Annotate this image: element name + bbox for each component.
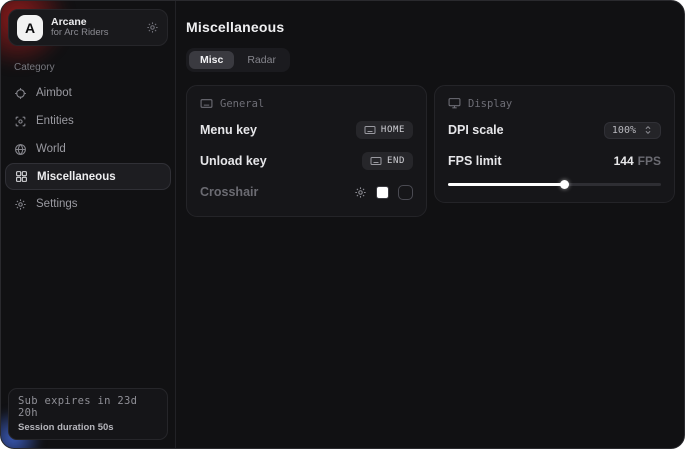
dpi-scale-value: 100%: [612, 125, 636, 136]
general-panel: General Menu key HOME Unload key: [186, 85, 427, 217]
sidebar-item-entities[interactable]: Entities: [1, 107, 175, 135]
sidebar-item-label: Miscellaneous: [37, 171, 116, 183]
sidebar-item-settings[interactable]: Settings: [1, 190, 175, 218]
tab-group: Misc Radar: [186, 48, 290, 72]
gear-icon: [14, 198, 27, 211]
crosshair-label: Crosshair: [200, 185, 258, 199]
sub-expiry-text: Sub expires in 23d 20h: [18, 395, 158, 419]
main-content: Miscellaneous Misc Radar General Menu ke…: [176, 1, 685, 448]
unload-key-value: END: [387, 156, 405, 166]
chevron-selector-icon: [643, 125, 653, 135]
crosshair-settings-gear-icon[interactable]: [354, 186, 367, 199]
panel-title: Display: [468, 98, 512, 110]
app-subtitle: for Arc Riders: [51, 28, 138, 39]
keyboard-icon: [364, 124, 376, 136]
crosshair-checkbox[interactable]: [398, 185, 413, 200]
sidebar-item-world[interactable]: World: [1, 135, 175, 163]
dpi-scale-label: DPI scale: [448, 123, 504, 137]
unload-key-label: Unload key: [200, 154, 267, 168]
sidebar-item-label: Entities: [36, 115, 74, 127]
tab-radar[interactable]: Radar: [236, 51, 287, 69]
display-panel: Display DPI scale 100% FPS limit: [434, 85, 675, 203]
panel-title: General: [220, 98, 264, 110]
menu-key-row: Menu key HOME: [200, 119, 413, 141]
fps-limit-row: FPS limit 144 FPS: [448, 150, 661, 172]
sidebar-item-miscellaneous[interactable]: Miscellaneous: [5, 163, 171, 190]
monitor-icon: [448, 97, 461, 110]
gear-icon[interactable]: [146, 21, 159, 34]
app-logo: A: [17, 15, 43, 41]
category-label: Category: [14, 62, 162, 73]
crosshair-color-swatch[interactable]: [376, 186, 389, 199]
unload-key-row: Unload key END: [200, 150, 413, 172]
sidebar: A Arcane for Arc Riders Category: [1, 1, 176, 448]
brand-card: A Arcane for Arc Riders: [8, 9, 168, 46]
tab-misc[interactable]: Misc: [189, 51, 234, 69]
sidebar-item-aimbot[interactable]: Aimbot: [1, 79, 175, 107]
keyboard-icon: [200, 97, 213, 110]
session-duration-text: Session duration 50s: [18, 422, 158, 433]
dpi-scale-select[interactable]: 100%: [604, 122, 661, 139]
keyboard-icon: [370, 155, 382, 167]
menu-key-bind-button[interactable]: HOME: [356, 121, 413, 139]
slider-fill: [448, 183, 565, 186]
grid-icon: [15, 170, 28, 183]
globe-icon: [14, 143, 27, 156]
fps-limit-label: FPS limit: [448, 154, 501, 168]
entities-icon: [14, 115, 27, 128]
fps-limit-value: 144: [614, 154, 634, 168]
app-window: A Arcane for Arc Riders Category: [0, 0, 685, 449]
sidebar-item-label: Settings: [36, 198, 78, 210]
sidebar-item-label: World: [36, 143, 66, 155]
sidebar-item-label: Aimbot: [36, 87, 72, 99]
sidebar-nav: Aimbot Entities World: [1, 79, 175, 218]
menu-key-value: HOME: [381, 125, 405, 135]
fps-limit-slider[interactable]: [448, 179, 661, 189]
page-title: Miscellaneous: [186, 19, 675, 35]
subscription-card: Sub expires in 23d 20h Session duration …: [8, 388, 168, 440]
fps-limit-unit: FPS: [638, 154, 661, 168]
unload-key-bind-button[interactable]: END: [362, 152, 413, 170]
menu-key-label: Menu key: [200, 123, 257, 137]
crosshair-row: Crosshair: [200, 181, 413, 203]
crosshair-icon: [14, 87, 27, 100]
slider-thumb[interactable]: [560, 180, 569, 189]
dpi-scale-row: DPI scale 100%: [448, 119, 661, 141]
